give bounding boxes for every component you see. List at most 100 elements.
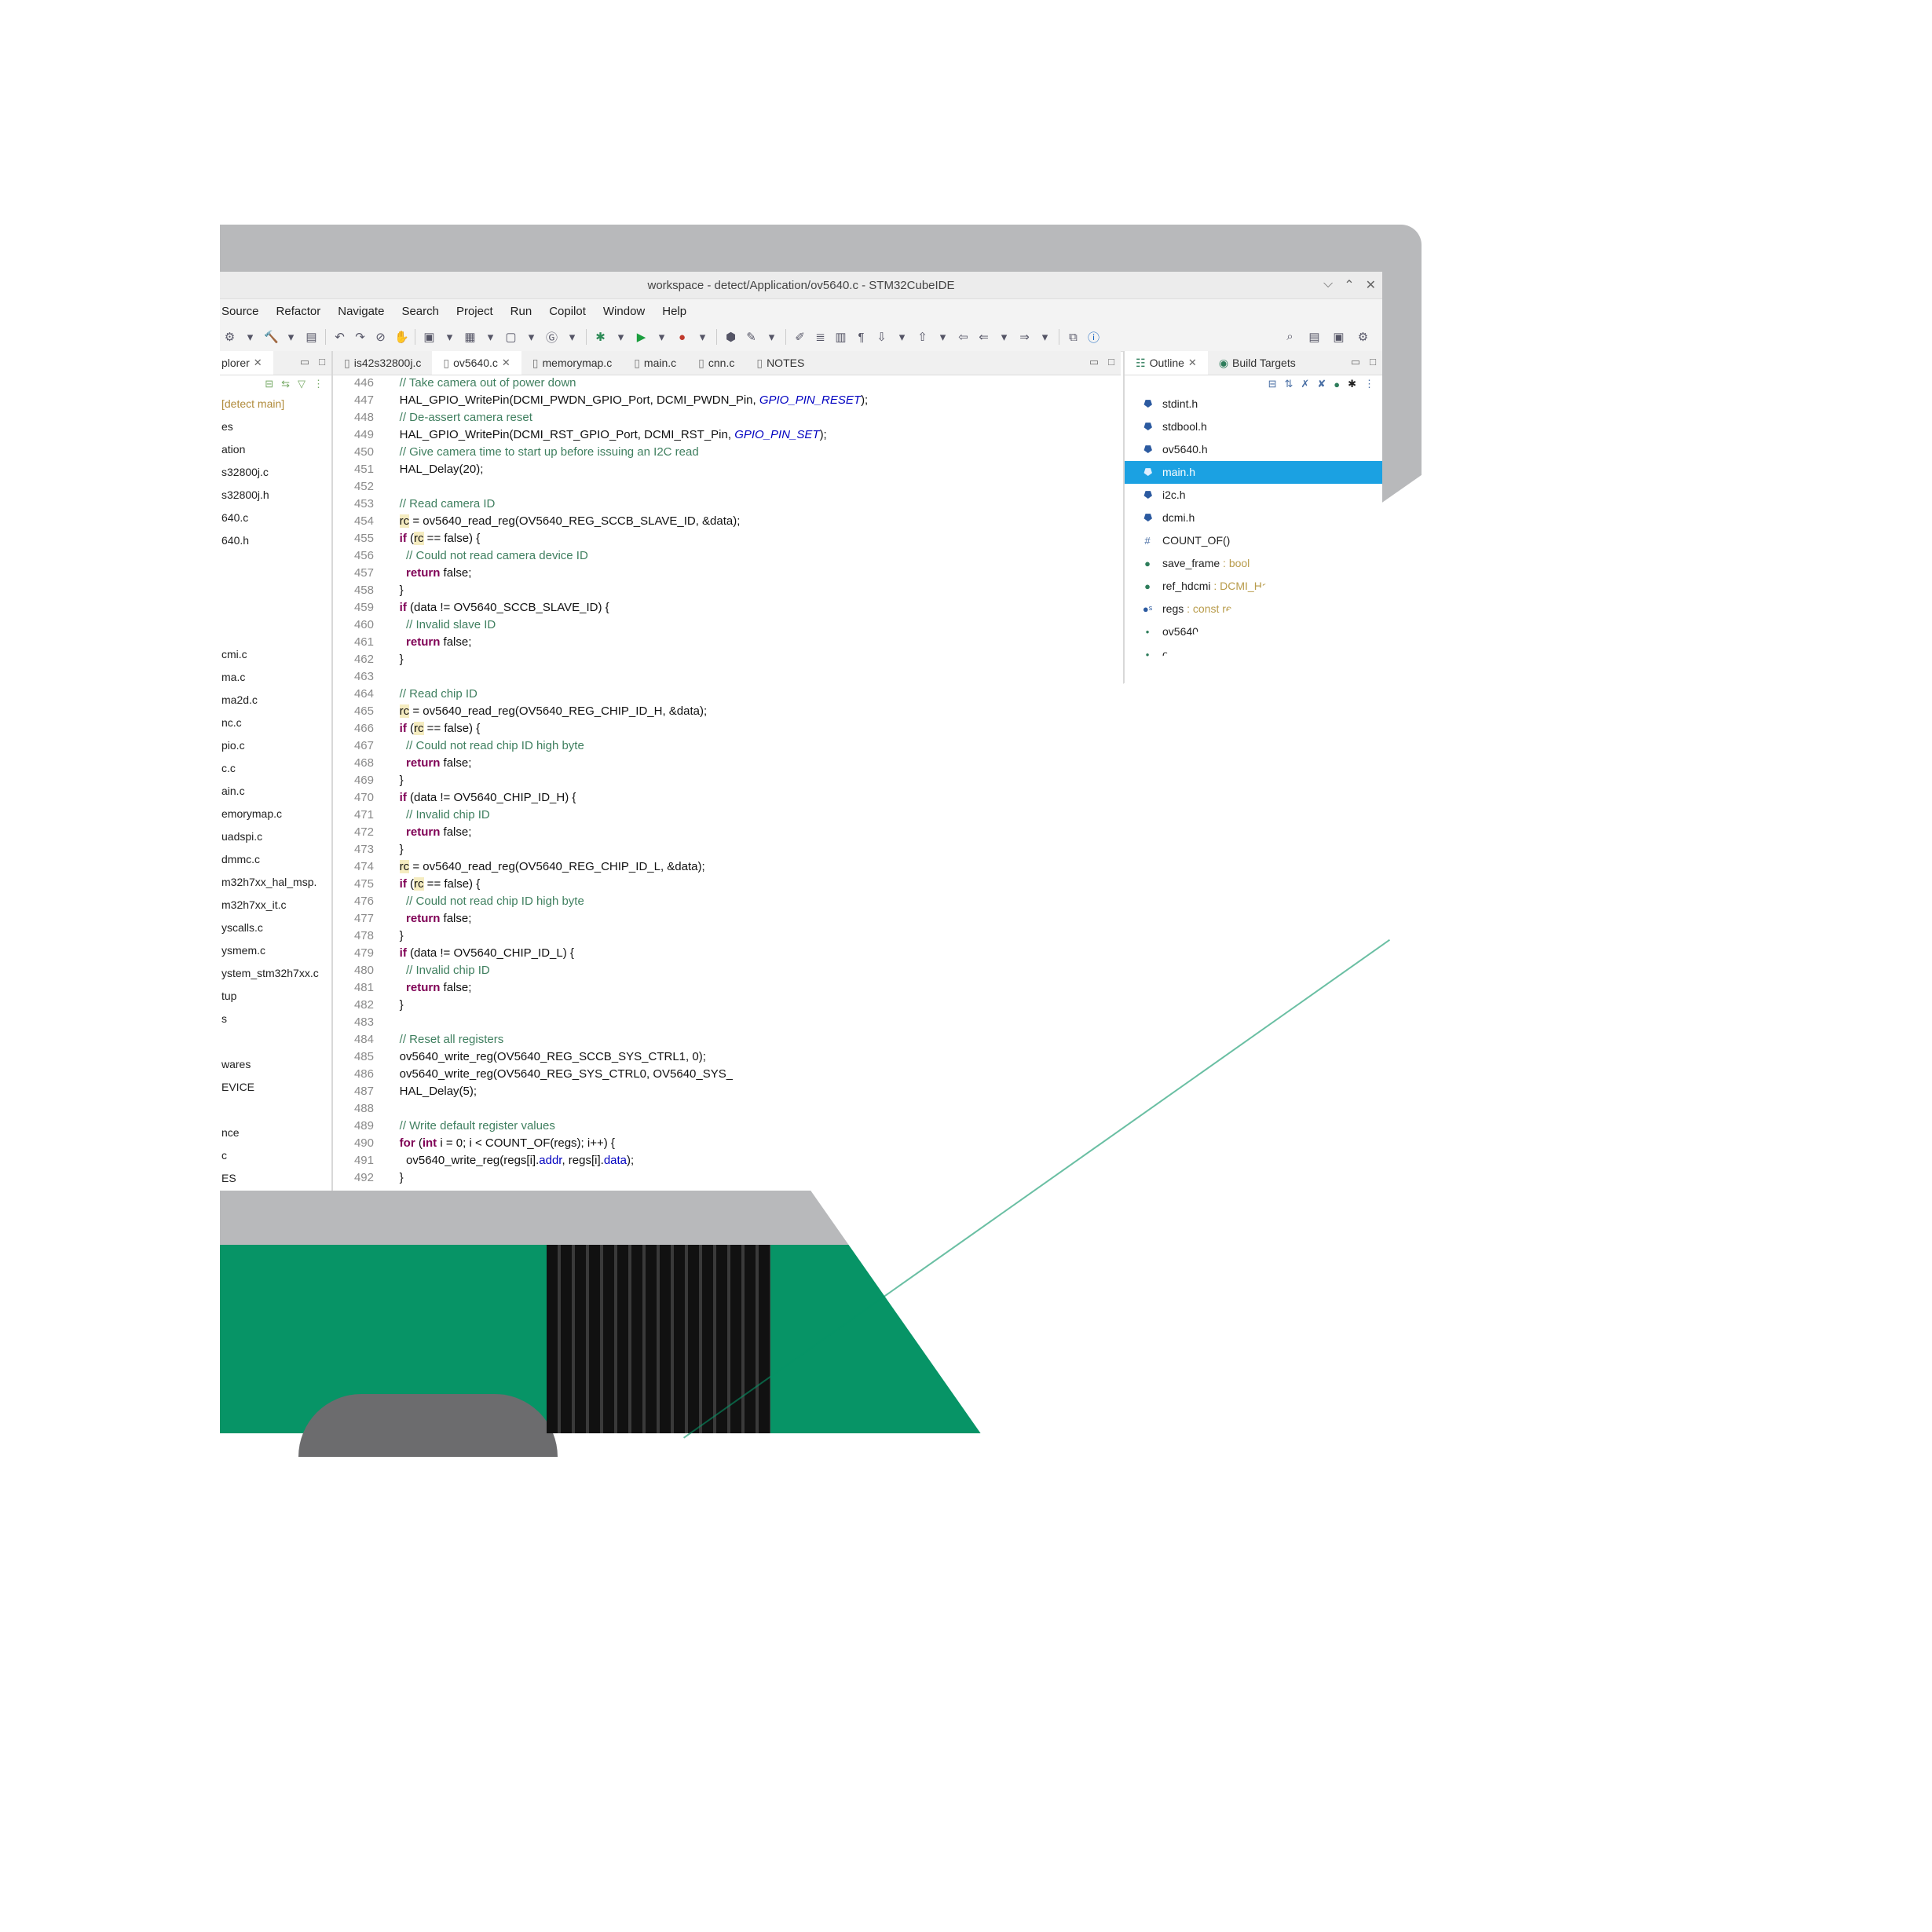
explorer-item[interactable]: c [220,1144,331,1167]
explorer-item[interactable]: es [220,415,331,438]
dropdown-icon[interactable]: ▾ [765,330,778,344]
external-tools-icon[interactable]: ● [675,331,689,344]
outline-tab[interactable]: ◉ Build Targets [1208,351,1307,375]
dropdown-icon[interactable]: ▾ [614,330,628,344]
explorer-item[interactable]: s32800j.c [220,461,331,484]
window-maximize-icon[interactable]: ⌃ [1344,277,1354,293]
explorer-item[interactable]: yscalls.c [220,917,331,939]
run-icon[interactable]: ▶ [635,330,648,344]
hide-static-icon[interactable]: ✘ [1317,378,1326,390]
hide-nonpublic-icon[interactable]: ● [1334,379,1340,390]
editor-tab[interactable]: ▯ NOTES [745,351,815,375]
word-wrap-icon[interactable]: ≣ [814,330,827,344]
close-icon[interactable]: ✕ [1188,357,1197,369]
minimize-icon[interactable]: ▭ [1089,356,1099,368]
block-selection-icon[interactable]: ▥ [834,330,847,344]
dropdown-icon[interactable]: ▾ [696,330,709,344]
explorer-item[interactable]: emorymap.c [220,803,331,825]
editor-tab[interactable]: ▯ cnn.c [687,351,745,375]
forward-icon[interactable]: ⇒ [1018,330,1031,344]
maximize-icon[interactable]: □ [1370,356,1376,368]
menu-item-refactor[interactable]: Refactor [276,305,321,318]
explorer-item[interactable]: 640.c [220,1190,331,1191]
window-close-icon[interactable]: ✕ [1366,277,1376,293]
open-type-icon[interactable]: ⬢ [724,330,737,344]
last-edit-icon[interactable]: ⇦ [957,330,970,344]
explorer-item[interactable]: dmmc.c [220,848,331,871]
info-icon[interactable]: ⓘ [1087,329,1100,346]
explorer-item[interactable]: ma2d.c [220,689,331,712]
hide-fields-icon[interactable]: ✗ [1301,378,1309,390]
dropdown-icon[interactable]: ▾ [565,330,579,344]
view-menu-icon[interactable]: ⋮ [1364,378,1374,390]
close-icon[interactable]: ✕ [254,357,262,369]
show-whitespace-icon[interactable]: ¶ [854,331,868,344]
explorer-item[interactable]: pio.c [220,734,331,757]
editor-tab[interactable]: ▯ memorymap.c [521,351,623,375]
next-annotation-icon[interactable]: ⇩ [875,330,888,344]
new-class-icon[interactable]: Ⓖ [545,329,558,346]
explorer-item[interactable]: ysmem.c [220,939,331,962]
minimize-icon[interactable]: ▭ [1351,356,1360,368]
explorer-item[interactable] [220,552,331,575]
pencil-icon[interactable]: ✎ [745,330,758,344]
outline-item[interactable]: ⯂ stdbool.h [1125,415,1382,438]
explorer-item[interactable]: m32h7xx_it.c [220,894,331,917]
explorer-item[interactable] [220,1099,331,1122]
outline-item[interactable]: ⯂ ov5640.h [1125,438,1382,461]
debug-icon[interactable]: ✱ [594,330,607,344]
hand-icon[interactable]: ✋ [394,330,409,344]
skip-breakpoints-icon[interactable]: ⊘ [374,330,387,344]
filter-icon[interactable]: ▽ [298,378,306,390]
undo-icon[interactable]: ↶ [333,330,346,344]
explorer-item[interactable]: 640.c [220,507,331,529]
maximize-icon[interactable]: □ [1108,356,1114,368]
tab-project-explorer[interactable]: plorer ✕ [220,351,273,375]
explorer-item[interactable]: nc.c [220,712,331,734]
explorer-item[interactable] [220,1030,331,1053]
explorer-item[interactable]: ma.c [220,666,331,689]
explorer-item[interactable]: ystem_stm32h7xx.c [220,962,331,985]
sort-icon[interactable]: ⇅ [1285,378,1293,390]
outline-tab[interactable]: ☷ Outline ✕ [1125,351,1208,375]
minimize-icon[interactable]: ▭ [300,356,309,368]
dropdown-icon[interactable]: ▾ [997,330,1011,344]
explorer-item[interactable]: m32h7xx_hal_msp. [220,871,331,894]
dropdown-icon[interactable]: ▾ [655,330,668,344]
dropdown-icon[interactable]: ▾ [525,330,538,344]
menu-item-project[interactable]: Project [456,305,493,318]
explorer-item[interactable]: ES [220,1167,331,1190]
link-editor-icon[interactable]: ⇆ [281,378,290,390]
explorer-item[interactable]: EVICE [220,1076,331,1099]
outline-item[interactable]: ⯂ dcmi.h [1125,507,1382,529]
dropdown-icon[interactable]: ▾ [243,330,257,344]
outline-item[interactable]: ⯂ i2c.h [1125,484,1382,507]
view-menu-icon[interactable]: ⋮ [313,378,324,390]
dropdown-icon[interactable]: ▾ [1038,330,1052,344]
menu-item-window[interactable]: Window [603,305,645,318]
redo-icon[interactable]: ↷ [353,330,367,344]
dropdown-icon[interactable]: ▾ [895,330,909,344]
menu-item-navigate[interactable]: Navigate [338,305,384,318]
menu-item-source[interactable]: Source [221,305,259,318]
editor-tab[interactable]: ▯ is42s32800j.c [333,351,432,375]
build-hammer-icon[interactable]: 🔨 [264,330,279,344]
editor-tab[interactable]: ▯ ov5640.c ✕ [432,351,521,375]
explorer-item[interactable]: [detect main] [220,393,331,415]
explorer-item[interactable] [220,598,331,620]
prev-annotation-icon[interactable]: ⇧ [916,330,929,344]
explorer-item[interactable] [220,620,331,643]
outline-item[interactable]: ⯂ stdint.h [1125,393,1382,415]
explorer-item[interactable]: cmi.c [220,643,331,666]
menu-item-search[interactable]: Search [401,305,439,318]
debug-config-icon[interactable]: ⚙ [223,330,236,344]
new-folder-icon[interactable]: ▦ [463,330,477,344]
perspective-device-icon[interactable]: ⚙ [1356,330,1370,344]
open-perspective-icon[interactable]: ⧉ [1067,331,1080,344]
perspective-debug-icon[interactable]: ▣ [1332,330,1345,344]
explorer-item[interactable]: uadspi.c [220,825,331,848]
collapse-all-icon[interactable]: ⊟ [265,378,273,390]
perspective-cpp-icon[interactable]: ▤ [1308,330,1321,344]
group-includes-icon[interactable]: ✱ [1348,378,1356,390]
explorer-item[interactable]: ain.c [220,780,331,803]
